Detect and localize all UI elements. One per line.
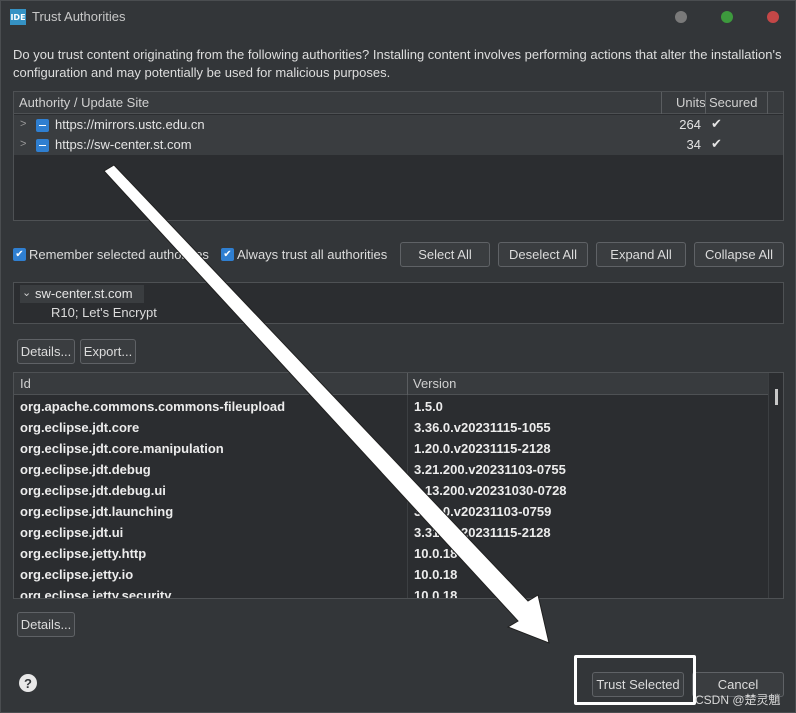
title-bar: IDE Trust Authorities: [1, 1, 795, 33]
unit-version: 3.31.0.v20231115-2128: [414, 525, 551, 540]
chevron-right-icon[interactable]: >: [20, 118, 26, 130]
collapse-all-button[interactable]: Collapse All: [694, 242, 784, 267]
expand-all-button[interactable]: Expand All: [596, 242, 686, 267]
always-trust-label[interactable]: Always trust all authorities: [237, 247, 387, 262]
unit-id: org.eclipse.jdt.debug: [20, 462, 151, 477]
column-secured[interactable]: Secured: [709, 95, 757, 110]
authority-url: https://sw-center.st.com: [55, 137, 192, 152]
scrollbar-thumb[interactable]: [775, 389, 778, 405]
unit-version: 3.21.200.v20231103-0755: [414, 462, 566, 477]
authority-url: https://mirrors.ustc.edu.cn: [55, 117, 205, 132]
certificate-root-node[interactable]: ⌄ sw-center.st.com: [20, 285, 144, 303]
authority-units: 264: [679, 117, 701, 132]
column-divider: [767, 92, 768, 114]
maximize-button[interactable]: [721, 11, 733, 23]
unit-version: 10.0.18: [414, 546, 458, 561]
table-row[interactable]: org.eclipse.jdt.ui 3.31.0.v20231115-2128: [14, 523, 768, 544]
unit-id: org.eclipse.jdt.ui: [20, 525, 124, 540]
unit-id: org.eclipse.jetty.io: [20, 567, 134, 582]
certificate-tree: ⌄ sw-center.st.com R10; Let's Encrypt: [13, 282, 784, 324]
unit-version: 3.36.0.v20231115-1055: [414, 420, 551, 435]
authority-row[interactable]: > https://sw-center.st.com 34 ✔: [14, 135, 783, 155]
annotation-highlight-box: [574, 655, 696, 705]
certificate-child-node[interactable]: R10; Let's Encrypt: [51, 305, 157, 320]
unit-version: 3.21.0.v20231103-0759: [414, 504, 552, 519]
unit-version: 1.20.0.v20231115-2128: [414, 441, 551, 456]
column-id[interactable]: Id: [20, 376, 31, 391]
table-row[interactable]: org.apache.commons.commons-fileupload 1.…: [14, 397, 768, 418]
authority-row[interactable]: > https://mirrors.ustc.edu.cn 264 ✔: [14, 115, 783, 135]
table-row[interactable]: org.eclipse.jetty.http 10.0.18: [14, 544, 768, 565]
window-title: Trust Authorities: [32, 9, 126, 24]
units-table-header: Id Version: [14, 373, 768, 395]
column-units[interactable]: Units: [676, 95, 706, 110]
table-row[interactable]: org.eclipse.jdt.debug 3.21.200.v20231103…: [14, 460, 768, 481]
authorities-table: Authority / Update Site Units Secured > …: [13, 91, 784, 221]
unit-id: org.eclipse.jdt.debug.ui: [20, 483, 166, 498]
dialog-description: Do you trust content originating from th…: [13, 47, 782, 80]
watermark: CSDN @楚灵魈: [695, 693, 781, 707]
unit-id: org.eclipse.jetty.security: [20, 588, 172, 599]
secured-check-icon: ✔: [711, 116, 722, 131]
minimize-button[interactable]: [675, 11, 687, 23]
authority-checkbox[interactable]: [36, 119, 49, 132]
unit-id: org.apache.commons.commons-fileupload: [20, 399, 286, 414]
table-row[interactable]: org.eclipse.jdt.launching 3.21.0.v202311…: [14, 502, 768, 523]
unit-id: org.eclipse.jdt.core.manipulation: [20, 441, 224, 456]
authorities-table-header: Authority / Update Site Units Secured: [14, 92, 783, 114]
column-authority[interactable]: Authority / Update Site: [19, 95, 149, 110]
certificate-root-label: sw-center.st.com: [35, 286, 133, 301]
unit-version: 10.0.18: [414, 588, 458, 599]
unit-version: 1.5.0: [414, 399, 443, 414]
table-row[interactable]: org.eclipse.jetty.io 10.0.18: [14, 565, 768, 586]
unit-id: org.eclipse.jdt.core: [20, 420, 140, 435]
certificate-details-button[interactable]: Details...: [17, 339, 75, 364]
column-divider: [705, 92, 706, 114]
trust-authorities-dialog: IDE Trust Authorities Do you trust conte…: [0, 0, 796, 713]
table-row[interactable]: org.eclipse.jdt.debug.ui 3.13.200.v20231…: [14, 481, 768, 502]
ide-app-icon: IDE: [10, 9, 26, 25]
column-divider: [407, 373, 408, 395]
unit-version: 10.0.18: [414, 567, 458, 582]
always-trust-checkbox[interactable]: ✔: [221, 248, 234, 261]
unit-id: org.eclipse.jetty.http: [20, 546, 147, 561]
select-all-button[interactable]: Select All: [400, 242, 490, 267]
close-button[interactable]: [767, 11, 779, 23]
table-row[interactable]: org.eclipse.jetty.security 10.0.18: [14, 586, 768, 599]
units-table: Id Version org.apache.commons.commons-fi…: [13, 372, 784, 599]
column-divider: [661, 92, 662, 114]
authority-checkbox[interactable]: [36, 139, 49, 152]
units-scrollbar[interactable]: [768, 373, 783, 598]
unit-id: org.eclipse.jdt.launching: [20, 504, 174, 519]
remember-checkbox[interactable]: ✔: [13, 248, 26, 261]
table-row[interactable]: org.eclipse.jdt.core 3.36.0.v20231115-10…: [14, 418, 768, 439]
units-details-button[interactable]: Details...: [17, 612, 75, 637]
chevron-right-icon[interactable]: >: [20, 138, 26, 150]
chevron-down-icon[interactable]: ⌄: [22, 286, 31, 299]
column-version[interactable]: Version: [413, 376, 456, 391]
table-row[interactable]: org.eclipse.jdt.core.manipulation 1.20.0…: [14, 439, 768, 460]
authority-units: 34: [686, 137, 701, 152]
deselect-all-button[interactable]: Deselect All: [498, 242, 588, 267]
unit-version: 3.13.200.v20231030-0728: [414, 483, 567, 498]
help-icon[interactable]: ?: [19, 674, 37, 692]
certificate-export-button[interactable]: Export...: [80, 339, 136, 364]
remember-label[interactable]: Remember selected authorities: [29, 247, 209, 262]
secured-check-icon: ✔: [711, 136, 722, 151]
